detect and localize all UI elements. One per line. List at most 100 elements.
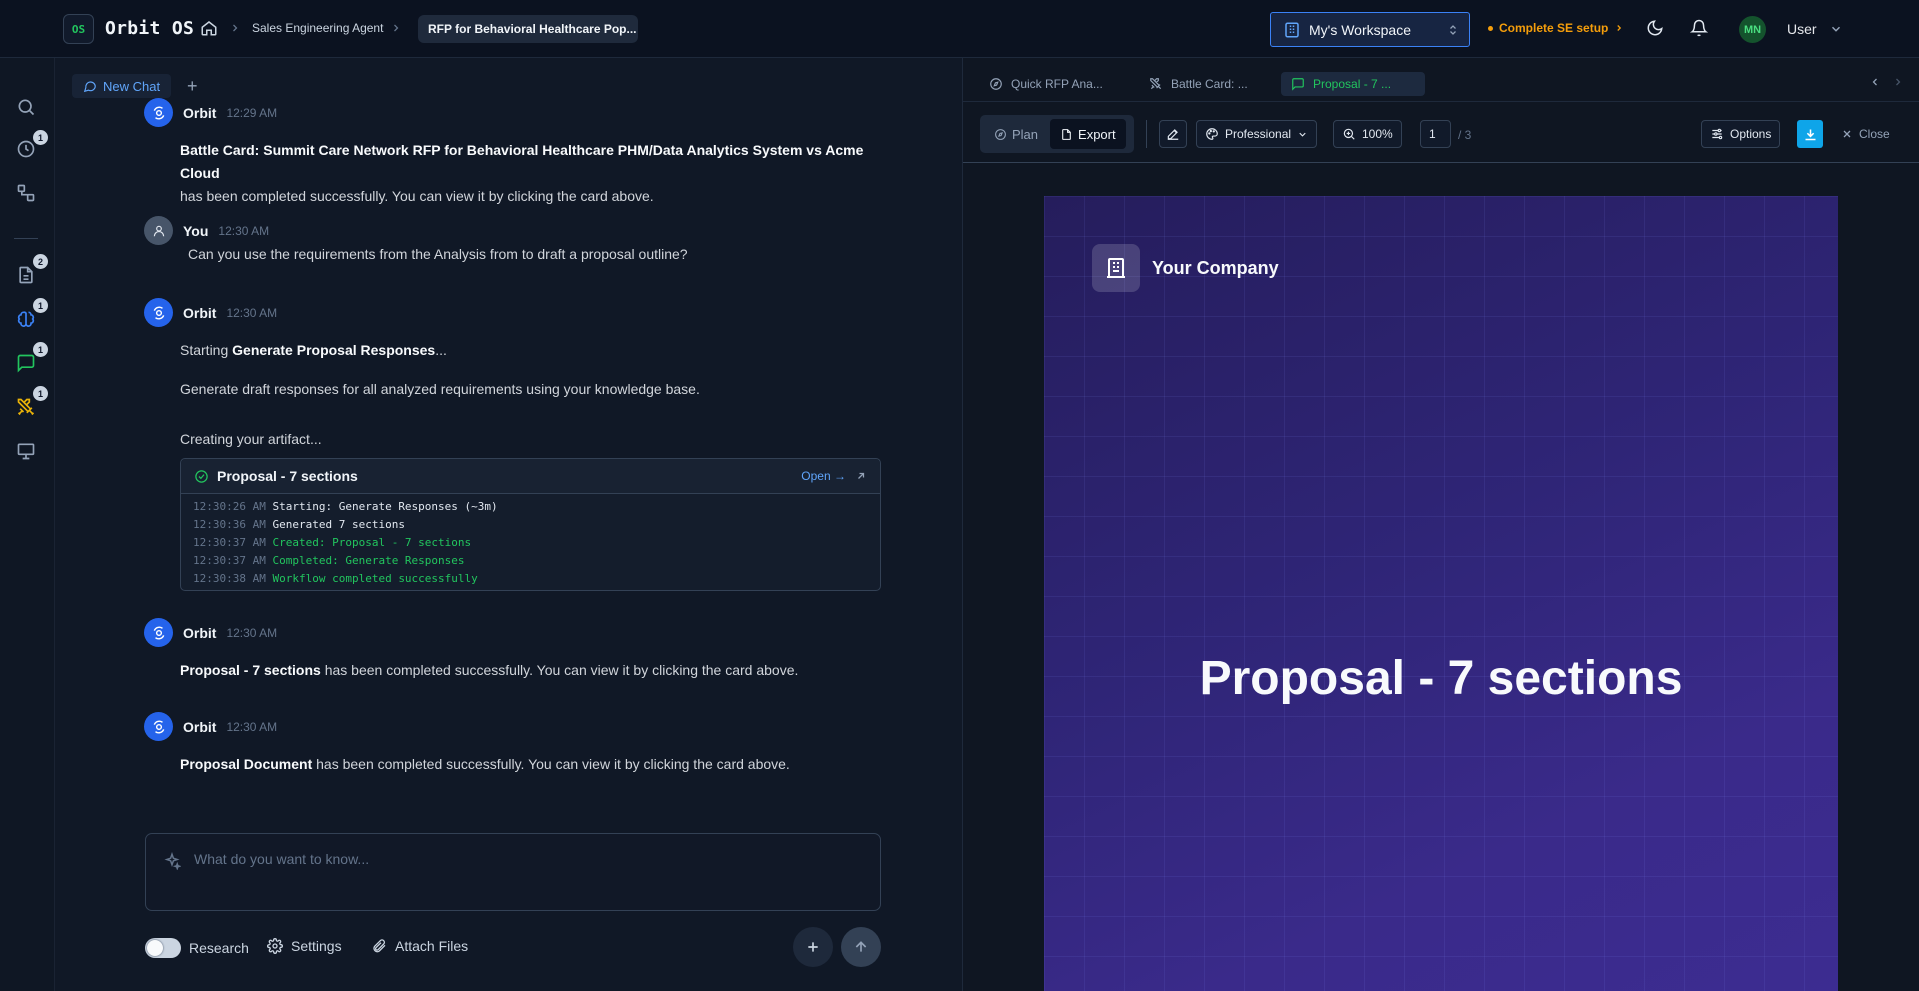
message-time: 12:29 AM [226, 105, 278, 120]
export-label: Export [1078, 126, 1116, 142]
log-message: Completed: Generate Responses [272, 554, 465, 567]
orbit-avatar [144, 712, 173, 741]
research-toggle[interactable] [145, 938, 181, 958]
orbit-avatar [144, 298, 173, 327]
swords-icon[interactable] [16, 397, 38, 419]
message-time: 12:30 AM [226, 625, 278, 640]
add-tab-button[interactable]: + [187, 77, 198, 95]
page-number: 1 [1429, 127, 1436, 141]
page-total: / 3 [1458, 128, 1472, 142]
gear-icon [267, 938, 283, 954]
artifact-header: Proposal - 7 sections [181, 459, 880, 494]
sender-name: Orbit [183, 104, 217, 121]
settings-button[interactable]: Settings [267, 938, 342, 954]
workflow-name: Generate Proposal Responses [232, 342, 436, 358]
document-icon[interactable] [16, 265, 38, 287]
artifact-open-link[interactable]: Open → [801, 469, 846, 483]
palette-icon [1205, 127, 1219, 141]
message-starting: Starting Generate Proposal Responses... [180, 339, 447, 362]
log-message: Generated 7 sections [272, 518, 405, 531]
file-icon [1060, 128, 1073, 141]
user-avatar-icon [144, 216, 173, 245]
artifact-card[interactable]: Proposal - 7 sections Open → 12:30:26 AM… [180, 458, 881, 591]
starting-prefix: Starting [180, 342, 233, 358]
plan-button[interactable]: Plan [984, 119, 1048, 149]
chat-bubble-icon [1291, 77, 1305, 91]
user-name[interactable]: User [1787, 21, 1817, 37]
chat-bubble-icon [83, 79, 97, 93]
settings-label: Settings [291, 938, 342, 954]
chat-composer[interactable] [145, 833, 881, 911]
moon-icon[interactable] [1646, 19, 1664, 37]
app-title[interactable]: Orbit OS [105, 18, 194, 39]
brain-icon[interactable] [16, 309, 38, 331]
edit-button[interactable] [1159, 120, 1187, 148]
breadcrumb-agent[interactable]: Sales Engineering Agent [252, 21, 383, 35]
chevron-down-icon[interactable] [1829, 22, 1843, 36]
message-body: Proposal Document has been completed suc… [180, 753, 790, 776]
sender-name: You [183, 222, 209, 239]
close-button[interactable]: Close [1841, 127, 1890, 141]
log-message: Starting: Generate Responses (~3m) [272, 500, 498, 513]
company-name: Your Company [1152, 258, 1279, 278]
workspace-switcher[interactable]: My's Workspace [1270, 12, 1470, 47]
chat-icon[interactable] [16, 353, 38, 375]
log-line: 12:30:26 AM Starting: Generate Responses… [193, 498, 880, 516]
artifact-link[interactable]: Proposal Document [180, 756, 312, 772]
search-icon[interactable] [16, 97, 38, 119]
battle-badge: 1 [33, 386, 48, 401]
tab-quick-rfp[interactable]: Quick RFP Ana... [979, 72, 1113, 96]
chat-input[interactable] [194, 851, 844, 867]
starting-suffix: ... [435, 342, 447, 358]
tab-proposal[interactable]: Proposal - 7 ... [1281, 72, 1425, 96]
message-description: Generate draft responses for all analyze… [180, 381, 700, 397]
log-message: Workflow completed successfully [272, 572, 478, 585]
paperclip-icon [371, 938, 387, 954]
bell-icon[interactable] [1690, 19, 1708, 37]
building-icon [1283, 21, 1301, 39]
chevron-left-icon[interactable] [1869, 76, 1881, 88]
check-circle-icon [194, 469, 209, 484]
message-header: Orbit 12:29 AM [144, 98, 277, 127]
page-input[interactable]: 1 [1420, 120, 1451, 148]
tab-new-chat[interactable]: New Chat [72, 74, 172, 98]
artifact-title: Proposal - 7 sections [217, 468, 358, 484]
download-button[interactable] [1797, 120, 1823, 148]
swords-icon [1149, 77, 1163, 91]
log-time: 12:30:26 AM [193, 500, 266, 513]
chevron-right-icon [390, 22, 402, 34]
plus-icon [805, 939, 821, 955]
message-header: Orbit 12:30 AM [144, 618, 277, 647]
complete-setup-link[interactable]: Complete SE setup [1488, 21, 1624, 35]
options-button[interactable]: Options [1701, 120, 1781, 148]
add-button[interactable] [793, 927, 833, 967]
message-header: Orbit 12:30 AM [144, 298, 277, 327]
attach-files-button[interactable]: Attach Files [371, 938, 468, 954]
compass-icon [994, 128, 1007, 141]
breadcrumb-current[interactable]: RFP for Behavioral Healthcare Pop... [418, 15, 638, 43]
send-button[interactable] [841, 927, 881, 967]
avatar[interactable]: MN [1739, 16, 1766, 43]
chevrons-up-down-icon [1447, 23, 1459, 37]
export-button[interactable]: Export [1050, 119, 1126, 149]
app-logo[interactable]: OS [63, 14, 94, 44]
setup-label: Complete SE setup [1499, 21, 1609, 35]
zoom-control[interactable]: 100% [1333, 120, 1402, 148]
tab-battle-card[interactable]: Battle Card: ... [1139, 72, 1258, 96]
attach-label: Attach Files [395, 938, 469, 954]
chevron-right-icon [229, 22, 241, 34]
presentation-icon[interactable] [16, 441, 38, 463]
view-mode-toggle: Plan Export [980, 115, 1134, 153]
external-link-icon[interactable] [855, 470, 867, 482]
sliders-icon [1710, 127, 1724, 141]
log-line: 12:30:37 AM Completed: Generate Response… [193, 552, 880, 570]
artifact-link[interactable]: Battle Card: Summit Care Network RFP for… [180, 142, 863, 181]
workflow-icon[interactable] [16, 183, 38, 205]
theme-select[interactable]: Professional [1196, 120, 1318, 148]
home-icon[interactable] [200, 19, 218, 37]
left-rail: 1 2 1 1 1 [0, 58, 55, 991]
chevron-right-icon[interactable] [1892, 76, 1904, 88]
research-toggle-group[interactable]: Research [145, 938, 249, 958]
tab-label: Battle Card: ... [1171, 77, 1248, 91]
artifact-link[interactable]: Proposal - 7 sections [180, 662, 321, 678]
